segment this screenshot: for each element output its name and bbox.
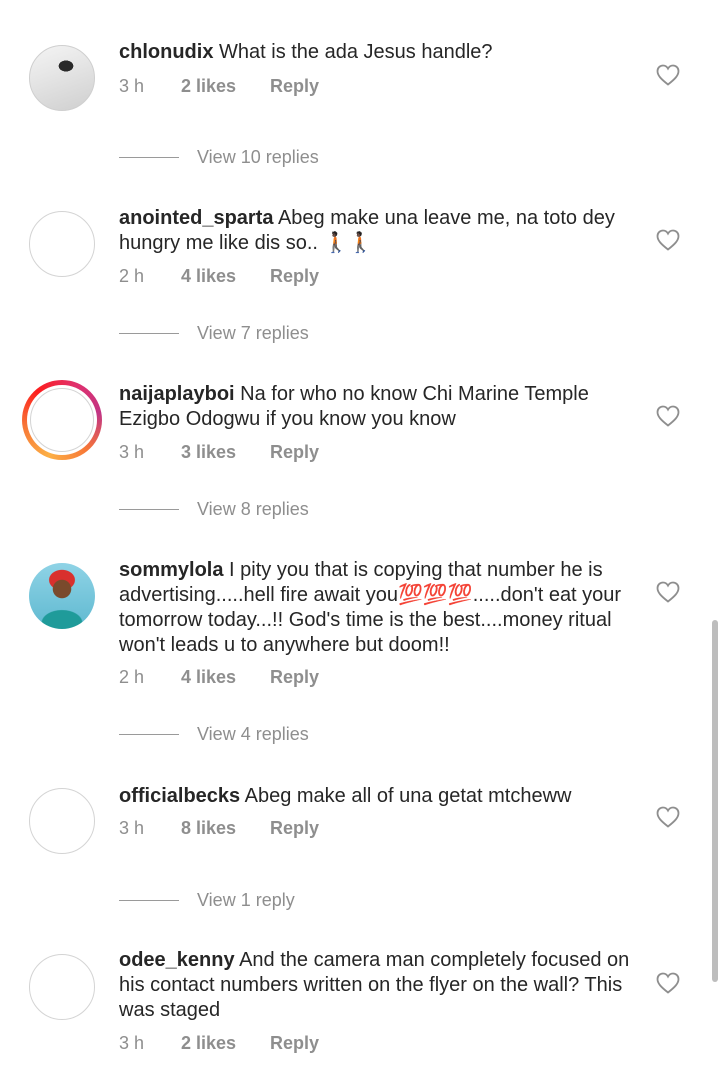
heart-outline-icon[interactable] [656,581,680,603]
heart-outline-icon[interactable] [656,229,680,251]
comment-meta: 2 h 4 likes Reply [119,667,319,688]
view-replies-label: View 8 replies [197,499,309,519]
avatar [30,388,94,452]
comment-username[interactable]: naijaplayboi [119,383,235,405]
comment-time: 3 h [119,818,145,838]
comment-body: chlonudix What is the ada Jesus handle? [119,40,639,65]
heart-outline-icon[interactable] [656,64,680,86]
comment-username[interactable]: chlonudix [119,41,213,63]
comment-likes[interactable]: 4 likes [181,266,270,287]
comment-text: Abeg make all of una getat mtcheww [244,785,572,807]
comment-meta: 3 h 8 likes Reply [119,818,319,839]
heart-outline-icon[interactable] [656,405,680,427]
view-replies-label: View 4 replies [197,724,309,744]
comment-time: 3 h [119,442,145,462]
comment-body: officialbecks Abeg make all of una getat… [119,784,639,809]
view-replies-button[interactable]: View 1 reply [119,890,295,911]
comment-time: 3 h [119,1033,145,1053]
story-ring-gap [27,385,97,455]
view-replies-button[interactable]: View 7 replies [119,323,309,344]
view-replies-button[interactable]: View 4 replies [119,724,309,745]
comment-body: naijaplayboi Na for who no know Chi Mari… [119,382,639,432]
divider [119,734,179,735]
avatar[interactable] [29,211,95,277]
divider [119,333,179,334]
avatar[interactable] [29,788,95,854]
comment-meta: 3 h 2 likes Reply [119,76,319,97]
avatar[interactable] [29,954,95,1020]
comment-time: 2 h [119,667,145,687]
view-replies-label: View 10 replies [197,147,319,167]
comment-time: 2 h [119,266,145,286]
divider [119,900,179,901]
comment-username[interactable]: officialbecks [119,785,240,807]
comment-body: anointed_sparta Abeg make una leave me, … [119,206,639,256]
comment-likes[interactable]: 2 likes [181,76,270,97]
comment-username[interactable]: odee_kenny [119,949,235,971]
reply-button[interactable]: Reply [270,1033,319,1054]
comment-likes[interactable]: 8 likes [181,818,270,839]
comment-text: What is the ada Jesus handle? [219,41,493,63]
reply-button[interactable]: Reply [270,266,319,287]
divider [119,509,179,510]
comment-likes[interactable]: 3 likes [181,442,270,463]
comment-time: 3 h [119,76,145,96]
view-replies-label: View 1 reply [197,890,295,910]
comment-body: odee_kenny And the camera man completely… [119,948,639,1023]
reply-button[interactable]: Reply [270,442,319,463]
avatar[interactable] [29,563,95,629]
comment-meta: 2 h 4 likes Reply [119,266,319,287]
view-replies-button[interactable]: View 8 replies [119,499,309,520]
reply-button[interactable]: Reply [270,667,319,688]
comment-body: sommylola I pity you that is copying tha… [119,558,639,658]
view-replies-label: View 7 replies [197,323,309,343]
comment-likes[interactable]: 4 likes [181,667,270,688]
comment-username[interactable]: sommylola [119,559,223,581]
view-replies-button[interactable]: View 10 replies [119,147,319,168]
scrollbar[interactable] [712,620,718,982]
avatar[interactable] [29,45,95,111]
divider [119,157,179,158]
comment-username[interactable]: anointed_sparta [119,207,273,229]
comment-likes[interactable]: 2 likes [181,1033,270,1054]
heart-outline-icon[interactable] [656,972,680,994]
comment-meta: 3 h 3 likes Reply [119,442,319,463]
reply-button[interactable]: Reply [270,818,319,839]
avatar-story-ring[interactable] [22,380,102,460]
heart-outline-icon[interactable] [656,806,680,828]
comment-meta: 3 h 2 likes Reply [119,1033,319,1054]
reply-button[interactable]: Reply [270,76,319,97]
